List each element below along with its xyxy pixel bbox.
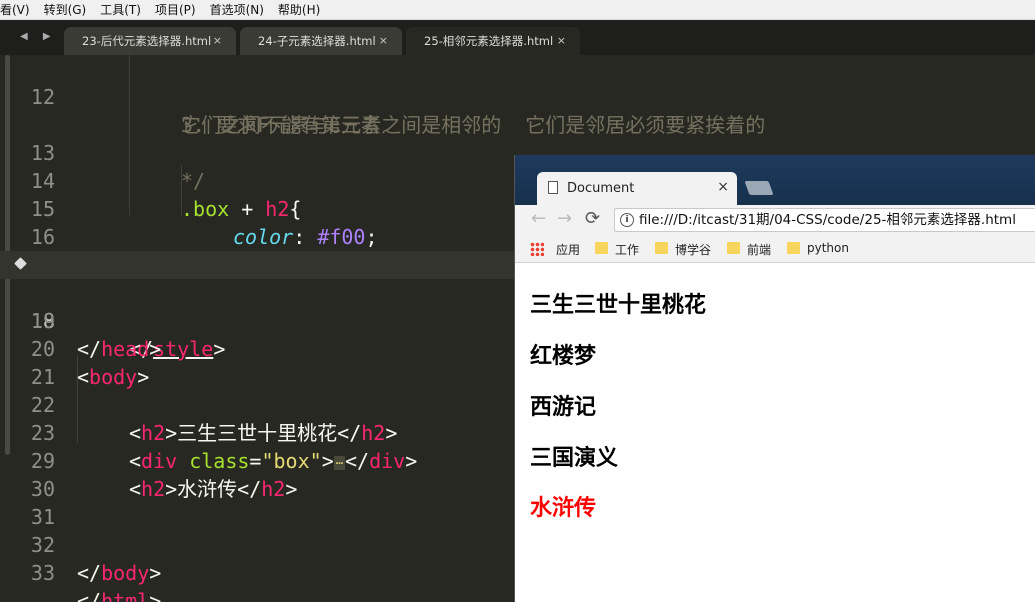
menu-help[interactable]: 帮助(H)	[271, 0, 327, 20]
heading-5-red: 水浒传	[530, 496, 597, 521]
heading-2: 红楼梦	[530, 344, 597, 369]
bookmark-folder-work[interactable]: 工作	[595, 241, 639, 258]
folder-icon	[787, 242, 800, 254]
address-bar[interactable]: i file:///D:/itcast/31期/04-CSS/code/25-相…	[614, 208, 1035, 232]
tab-close-icon[interactable]: ×	[379, 34, 388, 47]
info-icon[interactable]: i	[620, 213, 634, 227]
bookmark-label: 工作	[615, 243, 640, 257]
folder-icon	[727, 242, 740, 254]
tag-close: >	[149, 589, 162, 602]
browser-tab-title: Document	[567, 181, 635, 196]
tab-child-selector[interactable]: 24-子元素选择器.html ×	[240, 27, 402, 55]
page-content: 三生三世十里桃花 红楼梦 西游记 三国演义 水浒传	[515, 264, 1035, 602]
browser-tab[interactable]: Document ×	[537, 172, 737, 205]
code-text: </body>	[77, 559, 161, 587]
address-url: file:///D:/itcast/31期/04-CSS/code/25-相邻元…	[639, 212, 1016, 228]
heading-4: 三国演义	[530, 446, 619, 471]
bookmark-label: 前端	[747, 243, 772, 257]
browser-title-bar: Document ×	[515, 155, 1035, 205]
menu-bar: 看(V) 转到(G) 工具(T) 项目(P) 首选项(N) 帮助(H)	[0, 0, 1035, 20]
tab-adjacent-selector[interactable]: 25-相邻元素选择器.html ×	[406, 27, 580, 55]
tab-close-icon[interactable]: ×	[213, 34, 222, 47]
bookmark-label: 博学谷	[675, 243, 712, 257]
folder-icon	[655, 242, 668, 254]
heading-1: 三生三世十里桃花	[530, 293, 707, 318]
browser-window: Document × ← → ⟳ i file:///D:/itcast/31期…	[514, 155, 1035, 602]
document-icon	[548, 181, 558, 194]
folder-icon	[595, 242, 608, 254]
reload-icon[interactable]: ⟳	[585, 208, 600, 229]
code-line-12-wrap: 它们之间不能有第三者	[0, 83, 1035, 137]
tab-scroll-arrows[interactable]: ◀ ▶	[20, 31, 57, 42]
tab-label: 24-子元素选择器.html	[258, 34, 376, 48]
menu-preferences[interactable]: 首选项(N)	[203, 0, 271, 20]
tag-name: html	[101, 589, 150, 602]
tab-descendant-selector[interactable]: 23-后代元素选择器.html ×	[64, 27, 236, 55]
bookmark-folder-frontend[interactable]: 前端	[727, 241, 771, 258]
code-line-12: 12 3. 要求F元素与E元素之间是相邻的 它们是邻居必须要紧挨着的	[0, 55, 1035, 137]
editor-tab-bar: ◀ ▶ 23-后代元素选择器.html × 24-子元素选择器.html × 2…	[0, 21, 1035, 55]
bookmark-icon[interactable]	[14, 257, 27, 270]
menu-goto[interactable]: 转到(G)	[37, 0, 94, 20]
new-tab-button[interactable]	[744, 181, 774, 195]
tag-name: body	[101, 561, 150, 585]
bookmark-folder-python[interactable]: python	[787, 241, 849, 255]
menu-tools[interactable]: 工具(T)	[93, 0, 148, 20]
bookmark-label: python	[807, 241, 849, 255]
tag-open: </	[77, 589, 102, 602]
tag-open: </	[77, 561, 102, 585]
back-icon[interactable]: ←	[531, 208, 546, 229]
menu-view[interactable]: 看(V)	[0, 0, 37, 20]
apps-grid-icon[interactable]	[530, 242, 544, 256]
close-tab-icon[interactable]: ×	[717, 179, 729, 195]
tag-close: >	[149, 561, 162, 585]
code-text: </html>	[77, 587, 161, 602]
bookmark-apps[interactable]: 应用	[550, 241, 580, 258]
tab-close-icon[interactable]: ×	[557, 34, 566, 47]
code-line-13: 13 */	[0, 111, 1035, 193]
tab-label: 25-相邻元素选择器.html	[424, 34, 554, 48]
line-number: 33	[30, 561, 55, 585]
menu-project[interactable]: 项目(P)	[148, 0, 203, 20]
browser-toolbar: ← → ⟳ i file:///D:/itcast/31期/04-CSS/cod…	[515, 205, 1035, 235]
heading-3: 西游记	[530, 395, 597, 420]
tab-label: 23-后代元素选择器.html	[82, 34, 212, 48]
forward-icon[interactable]: →	[557, 208, 572, 229]
bookmark-folder-boxuegu[interactable]: 博学谷	[655, 241, 711, 258]
bookmarks-bar: 应用 工作 博学谷 前端 python	[515, 235, 1035, 263]
